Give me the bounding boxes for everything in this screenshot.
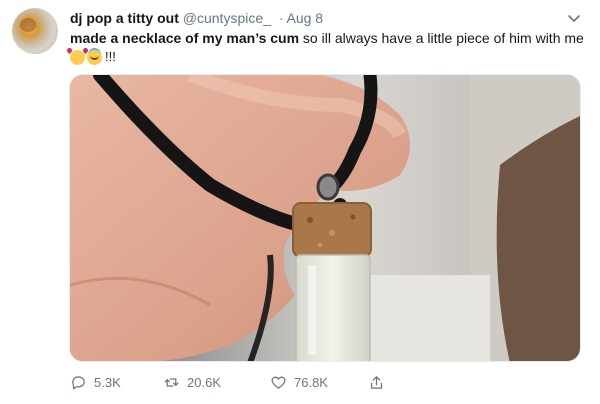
separator-dot: · [278,10,284,26]
tweet-text: made a necklace of my man’s cum so ill a… [70,29,590,48]
reply-count: 5.3K [94,375,121,390]
retweet-button[interactable]: 20.6K [163,374,221,391]
share-button[interactable] [368,374,392,391]
retweet-count: 20.6K [187,375,221,390]
chevron-down-icon[interactable] [566,10,582,26]
like-count: 76.8K [294,375,328,390]
tweet-photo[interactable] [69,74,581,362]
display-name[interactable]: dj pop a titty out [70,10,179,26]
action-bar: 5.3K 20.6K 76.8K [70,374,400,394]
smiling-face-with-hearts-emoji [70,49,85,65]
tweet-header: dj pop a titty out @cuntyspice_ · Aug 8 [70,9,323,27]
like-button[interactable]: 76.8K [270,374,328,391]
retweet-icon [164,378,179,387]
tweet-card[interactable]: dj pop a titty out @cuntyspice_ · Aug 8 m… [0,0,600,404]
user-handle[interactable]: @cuntyspice_ [183,10,271,26]
reply-button[interactable]: 5.3K [70,374,121,391]
tweet-date[interactable]: Aug 8 [286,10,323,26]
avatar[interactable] [12,8,58,54]
reply-icon [72,376,85,390]
exclamation-text: !!! [105,49,116,64]
tweet-text-rest: so ill always have a little piece of him… [299,30,584,46]
emoji-row: !!! [70,48,116,66]
tweet-text-bold: made a necklace of my man’s cum [70,30,300,46]
share-icon [370,376,383,389]
heart-icon [271,376,286,389]
smiling-face-with-halo-emoji [87,49,102,65]
